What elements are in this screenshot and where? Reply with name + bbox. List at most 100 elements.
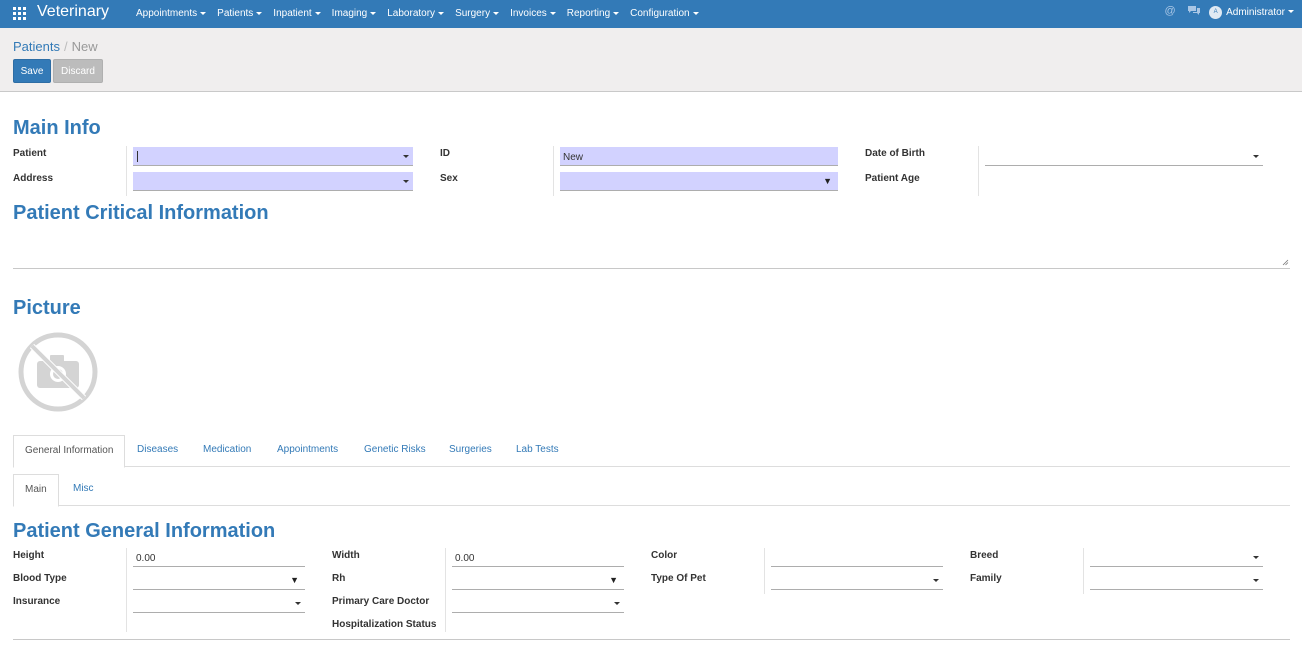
- hospitalization-status-label: Hospitalization Status: [332, 619, 437, 630]
- height-label: Height: [13, 550, 45, 561]
- menu-label: Reporting: [566, 8, 611, 19]
- menu-configuration[interactable]: Configuration: [630, 8, 699, 19]
- caret-down-icon: [613, 11, 620, 15]
- user-name: Administrator: [1226, 6, 1285, 18]
- control-panel: Patients / New Save Discard: [0, 28, 1302, 92]
- caret-down-icon: [1253, 579, 1259, 582]
- breed-label: Breed: [970, 550, 999, 561]
- top-navbar: Veterinary Appointments Patients Inpatie…: [0, 0, 1302, 28]
- caret-down-icon: [549, 11, 556, 15]
- select-arrow-icon: ▼: [609, 575, 618, 585]
- height-field[interactable]: 0.00: [133, 548, 305, 567]
- sex-select[interactable]: ▼: [560, 172, 838, 191]
- sex-label: Sex: [440, 173, 458, 184]
- caret-down-icon: [403, 180, 409, 183]
- caret-down-icon: [200, 11, 207, 15]
- rh-select[interactable]: ▼: [452, 571, 624, 590]
- select-arrow-icon: ▼: [290, 575, 299, 585]
- section-title-main-info: Main Info: [13, 117, 101, 139]
- chat-icon[interactable]: [1187, 5, 1201, 19]
- color-field[interactable]: [771, 548, 943, 567]
- caret-down-icon: [438, 11, 445, 15]
- caret-down-icon: [933, 579, 939, 582]
- id-field[interactable]: New: [560, 147, 838, 166]
- dob-label: Date of Birth: [865, 148, 925, 159]
- critical-info-textarea[interactable]: [13, 232, 1290, 269]
- column-divider: [553, 146, 554, 196]
- menu-reporting[interactable]: Reporting: [566, 8, 620, 19]
- tab-appointments[interactable]: Appointments: [277, 435, 338, 467]
- menu-label: Patients: [217, 8, 254, 19]
- breed-field[interactable]: [1090, 548, 1263, 567]
- menu-laboratory[interactable]: Laboratory: [387, 8, 445, 19]
- breadcrumb-separator: /: [63, 39, 68, 54]
- tab-diseases[interactable]: Diseases: [137, 435, 178, 467]
- primary-care-doctor-field[interactable]: [452, 594, 624, 613]
- avatar[interactable]: A: [1209, 5, 1223, 19]
- width-value: 0.00: [455, 553, 475, 564]
- dob-field[interactable]: [985, 147, 1263, 166]
- breadcrumb: Patients / New: [13, 39, 98, 54]
- menu-label: Invoices: [510, 8, 547, 19]
- menu-label: Configuration: [630, 8, 690, 19]
- blood-type-select[interactable]: ▼: [133, 571, 305, 590]
- caret-down-icon: [1253, 155, 1259, 158]
- menu-imaging[interactable]: Imaging: [332, 8, 377, 19]
- menu-label: Appointments: [136, 8, 198, 19]
- caret-down-icon: [403, 155, 409, 158]
- tab-medication[interactable]: Medication: [203, 435, 251, 467]
- section-divider: [13, 639, 1290, 640]
- address-field[interactable]: [133, 172, 413, 191]
- save-button[interactable]: Save: [13, 59, 51, 83]
- column-divider: [1083, 548, 1084, 594]
- tab-genetic-risks[interactable]: Genetic Risks: [364, 435, 426, 467]
- menu-label: Inpatient: [273, 8, 312, 19]
- menu-patients[interactable]: Patients: [217, 8, 263, 19]
- column-divider: [445, 548, 446, 632]
- breadcrumb-patients-link[interactable]: Patients: [13, 39, 60, 54]
- age-label: Patient Age: [865, 173, 920, 184]
- user-menu[interactable]: Administrator: [1226, 7, 1294, 18]
- type-of-pet-field[interactable]: [771, 571, 943, 590]
- patient-field[interactable]: [133, 147, 413, 166]
- family-field[interactable]: [1090, 571, 1263, 590]
- main-menu: Appointments Patients Inpatient Imaging …: [136, 8, 710, 19]
- menu-surgery[interactable]: Surgery: [455, 8, 500, 19]
- tab-lab-tests[interactable]: Lab Tests: [516, 435, 559, 467]
- width-field[interactable]: 0.00: [452, 548, 624, 567]
- text-cursor: [137, 151, 138, 162]
- id-value: New: [563, 152, 584, 163]
- caret-down-icon: [314, 11, 321, 15]
- address-label: Address: [13, 173, 54, 184]
- tab-main[interactable]: Main: [13, 474, 59, 507]
- tab-general-information[interactable]: General Information: [13, 435, 126, 468]
- section-title-general: Patient General Information: [13, 520, 276, 542]
- rh-label: Rh: [332, 573, 346, 584]
- apps-grid-icon[interactable]: [13, 7, 26, 20]
- type-of-pet-label: Type Of Pet: [651, 573, 706, 584]
- section-title-critical: Patient Critical Information: [13, 202, 269, 224]
- primary-care-doctor-label: Primary Care Doctor: [332, 596, 430, 607]
- insurance-field[interactable]: [133, 594, 305, 613]
- blood-type-label: Blood Type: [13, 573, 67, 584]
- mention-icon[interactable]: @: [1163, 5, 1177, 19]
- tab-surgeries[interactable]: Surgeries: [449, 435, 492, 467]
- resize-handle-icon[interactable]: [1282, 259, 1289, 266]
- family-label: Family: [970, 573, 1002, 584]
- notebook-tabs: General Information Diseases Medication …: [13, 435, 1290, 468]
- menu-label: Surgery: [455, 8, 491, 19]
- width-label: Width: [332, 550, 360, 561]
- column-divider: [126, 548, 127, 632]
- app-brand: Veterinary: [37, 3, 110, 20]
- navbar-systray: @ A Administrator: [1163, 5, 1294, 19]
- section-title-picture: Picture: [13, 297, 81, 319]
- tab-misc[interactable]: Misc: [73, 474, 94, 506]
- discard-button[interactable]: Discard: [53, 59, 103, 83]
- menu-appointments[interactable]: Appointments: [136, 8, 207, 19]
- column-divider: [126, 146, 127, 196]
- sub-notebook-tabs: Main Misc: [13, 474, 1290, 507]
- menu-invoices[interactable]: Invoices: [510, 8, 556, 19]
- no-camera-icon[interactable]: [17, 331, 99, 413]
- column-divider: [978, 146, 979, 196]
- menu-inpatient[interactable]: Inpatient: [273, 8, 321, 19]
